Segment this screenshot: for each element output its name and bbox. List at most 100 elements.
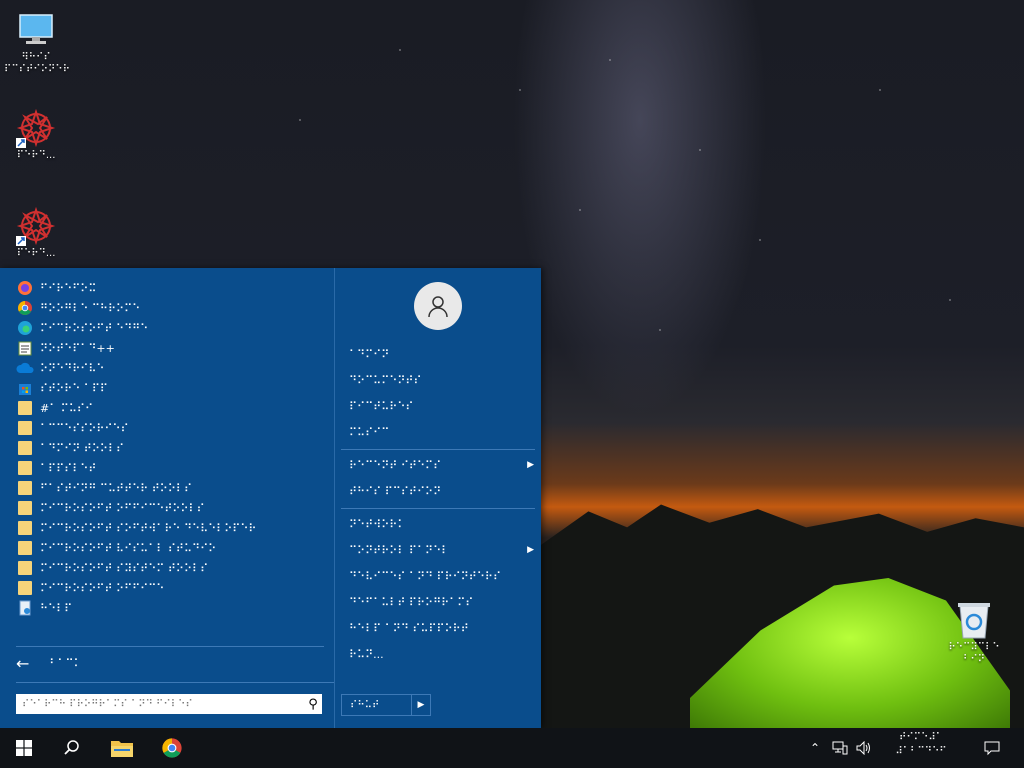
place-label: ⠝⠑⠞⠺⠕⠗⠅ — [349, 517, 406, 531]
clock[interactable]: ⠞⠊⠍⠑⠼⠁ ⠼⠁⠃⠉⠙⠑⠋ — [882, 731, 960, 759]
place-label: ⠗⠥⠝... — [349, 647, 384, 661]
place-label: ⠞⠓⠊⠎ ⠏⠉⠎⠞⠊⠕⠝ — [349, 484, 442, 498]
search-icon[interactable]: ⚲ — [304, 697, 322, 712]
desktop-icon-this-pc[interactable]: ⠻⠓⠊⠎ ⠏⠉⠎⠞⠊⠕⠝⠑⠗ — [4, 10, 70, 76]
place-item[interactable]: ⠙⠑⠧⠊⠉⠑⠎ ⠁⠝⠙ ⠏⠗⠊⠝⠞⠑⠗⠎ — [349, 567, 534, 585]
show-hidden-icons-chevron-icon[interactable]: ⌃ — [806, 728, 824, 768]
computer-icon — [16, 10, 56, 50]
start-app-item[interactable]: ⠛⠕⠕⠛⠇⠑ ⠉⠓⠗⠕⠍⠑ — [16, 298, 316, 318]
place-item[interactable]: ⠞⠓⠊⠎ ⠏⠉⠎⠞⠊⠕⠝ — [349, 482, 534, 500]
app-label: #⠁ ⠍⠥⠎⠊ — [40, 401, 93, 415]
start-button[interactable] — [0, 728, 48, 768]
desktop-icon-shortcut-1[interactable]: ⠏⠑⠗⠙... — [4, 108, 68, 162]
place-item-submenu[interactable]: ⠉⠕⠝⠞⠗⠕⠇ ⠏⠁⠝⠑⠇ ▶ — [349, 541, 534, 559]
start-folder-item[interactable]: #⠁ ⠍⠥⠎⠊ — [16, 398, 316, 418]
folder-icon — [16, 559, 34, 577]
place-item-submenu[interactable]: ⠗⠑⠉⠑⠝⠞ ⠊⠞⠑⠍⠎ ▶ — [349, 456, 534, 474]
place-label: ⠓⠑⠇⠏ ⠁⠝⠙ ⠎⠥⠏⠏⠕⠗⠞ — [349, 621, 469, 635]
chrome-taskbar-button[interactable] — [148, 728, 196, 768]
file-explorer-icon — [111, 741, 133, 757]
folder-icon — [16, 579, 34, 597]
shutdown-options-chevron-icon[interactable]: ▶ — [411, 695, 430, 715]
network-icon[interactable] — [828, 728, 852, 768]
folder-icon — [16, 419, 34, 437]
shutdown-button-group: ⠎⠓⠥⠞ ▶ — [341, 694, 431, 716]
app-label: ⠍⠊⠉⠗⠕⠎⠕⠋⠞ ⠎⠽⠎⠞⠑⠍ ⠞⠕⠕⠇⠎ — [40, 561, 209, 575]
clock-time: ⠞⠊⠍⠑⠼⠁ — [899, 732, 943, 743]
search-taskbar-button[interactable] — [48, 728, 96, 768]
app-label: ⠁⠙⠍⠊⠝ ⠞⠕⠕⠇⠎ — [40, 441, 125, 455]
place-item[interactable]: ⠓⠑⠇⠏ ⠁⠝⠙ ⠎⠥⠏⠏⠕⠗⠞ — [349, 619, 534, 637]
app-label: ⠕⠝⠑⠙⠗⠊⠧⠑ — [40, 361, 105, 375]
search-box[interactable]: ⚲ — [16, 694, 322, 714]
search-input[interactable] — [16, 695, 304, 713]
app-label: ⠛⠕⠕⠛⠇⠑ ⠉⠓⠗⠕⠍⠑ — [40, 301, 141, 315]
windows-logo-icon — [16, 740, 32, 756]
folder-icon — [16, 499, 34, 517]
place-label: ⠗⠑⠉⠑⠝⠞ ⠊⠞⠑⠍⠎ — [349, 458, 442, 472]
place-item[interactable]: ⠁⠙⠍⠊⠝ — [349, 345, 534, 363]
start-folder-item[interactable]: ⠍⠊⠉⠗⠕⠎⠕⠋⠞ ⠧⠊⠎⠥⠁⠇ ⠎⠞⠥⠙⠊⠕ — [16, 538, 316, 558]
place-item[interactable]: ⠍⠥⠎⠊⠉ — [349, 423, 534, 441]
edge-icon — [16, 319, 34, 337]
chevron-right-icon: ▶ — [527, 545, 534, 555]
start-app-item[interactable]: ⠎⠞⠕⠗⠑ ⠁⠏⠏ — [16, 378, 316, 398]
app-label: ⠎⠞⠕⠗⠑ ⠁⠏⠏ — [40, 381, 108, 395]
folder-icon — [16, 539, 34, 557]
start-folder-item[interactable]: ⠍⠊⠉⠗⠕⠎⠕⠋⠞ ⠎⠕⠋⠞⠺⠁⠗⠑ ⠙⠑⠧⠑⠇⠕⠏⠑⠗ — [16, 518, 316, 538]
chrome-icon — [16, 299, 34, 317]
help-icon — [16, 599, 34, 617]
app-shortcut-icon — [16, 206, 56, 246]
back-label: ⠃⠁⠉⠅ — [49, 657, 82, 670]
start-app-item[interactable]: ⠝⠕⠞⠑⠏⠁⠙++ — [16, 338, 316, 358]
place-label: ⠏⠊⠉⠞⠥⠗⠑⠎ — [349, 399, 414, 413]
folder-icon — [16, 439, 34, 457]
app-label: ⠝⠕⠞⠑⠏⠁⠙++ — [40, 341, 115, 355]
start-folder-item[interactable]: ⠋⠁⠎⠞⠊⠝⠛ ⠉⠥⠞⠞⠑⠗ ⠞⠕⠕⠇⠎ — [16, 478, 316, 498]
start-folder-item[interactable]: ⠍⠊⠉⠗⠕⠎⠕⠋⠞ ⠕⠋⠋⠊⠉⠑ — [16, 578, 316, 598]
place-item[interactable]: ⠝⠑⠞⠺⠕⠗⠅ — [349, 515, 534, 533]
desktop-icon-label: ⠗⠑⠉⠽⠉⠇⠑ ⠃⠊⠝ — [948, 642, 1000, 665]
folder-icon — [16, 459, 34, 477]
separator — [16, 682, 334, 683]
place-item[interactable]: ⠗⠥⠝... — [349, 645, 534, 663]
user-avatar[interactable] — [414, 282, 462, 330]
start-app-item[interactable]: ⠍⠊⠉⠗⠕⠎⠕⠋⠞ ⠑⠙⠛⠑ — [16, 318, 316, 338]
action-center-icon[interactable] — [978, 728, 1006, 768]
desktop-icon-shortcut-2[interactable]: ⠏⠑⠗⠙... — [4, 206, 68, 260]
app-label: ⠓⠑⠇⠏ — [40, 601, 73, 615]
app-label: ⠋⠊⠗⠑⠋⠕⠭ — [40, 281, 97, 295]
desktop-icon-recycle-bin[interactable]: ⠗⠑⠉⠽⠉⠇⠑ ⠃⠊⠝ — [942, 600, 1006, 666]
app-label: ⠍⠊⠉⠗⠕⠎⠕⠋⠞ ⠑⠙⠛⠑ — [40, 321, 149, 335]
shutdown-button[interactable]: ⠎⠓⠥⠞ — [342, 700, 411, 711]
notepad-icon — [16, 339, 34, 357]
start-app-item[interactable]: ⠓⠑⠇⠏ — [16, 598, 316, 618]
onedrive-icon — [16, 359, 34, 377]
start-folder-item[interactable]: ⠁⠏⠏⠎⠇⠑⠞ — [16, 458, 316, 478]
chevron-right-icon: ▶ — [527, 460, 534, 470]
separator — [16, 646, 324, 647]
place-item[interactable]: ⠙⠕⠉⠥⠍⠑⠝⠞⠎ — [349, 371, 534, 389]
desktop-icon-label: ⠏⠑⠗⠙... — [16, 150, 56, 161]
start-app-item[interactable]: ⠕⠝⠑⠙⠗⠊⠧⠑ — [16, 358, 316, 378]
app-label: ⠍⠊⠉⠗⠕⠎⠕⠋⠞ ⠎⠕⠋⠞⠺⠁⠗⠑ ⠙⠑⠧⠑⠇⠕⠏⠑⠗ — [40, 521, 257, 535]
firefox-icon — [16, 279, 34, 297]
file-explorer-taskbar-button[interactable] — [98, 728, 146, 768]
start-folder-item[interactable]: ⠁⠙⠍⠊⠝ ⠞⠕⠕⠇⠎ — [16, 438, 316, 458]
back-button[interactable]: ← ⠃⠁⠉⠅ — [16, 654, 82, 673]
desktop-icon-label: ⠻⠓⠊⠎ ⠏⠉⠎⠞⠊⠕⠝⠑⠗ — [4, 52, 70, 75]
start-app-item[interactable]: ⠋⠊⠗⠑⠋⠕⠭ — [16, 278, 316, 298]
place-label: ⠙⠑⠋⠁⠥⠇⠞ ⠏⠗⠕⠛⠗⠁⠍⠎ — [349, 595, 474, 609]
place-item[interactable]: ⠙⠑⠋⠁⠥⠇⠞ ⠏⠗⠕⠛⠗⠁⠍⠎ — [349, 593, 534, 611]
start-folder-item[interactable]: ⠍⠊⠉⠗⠕⠎⠕⠋⠞ ⠎⠽⠎⠞⠑⠍ ⠞⠕⠕⠇⠎ — [16, 558, 316, 578]
volume-icon[interactable] — [852, 728, 876, 768]
start-menu-places-pane: ⠁⠙⠍⠊⠝ ⠙⠕⠉⠥⠍⠑⠝⠞⠎ ⠏⠊⠉⠞⠥⠗⠑⠎ ⠍⠥⠎⠊⠉ ⠗⠑⠉⠑⠝⠞ ⠊⠞… — [334, 268, 542, 728]
start-folder-item[interactable]: ⠍⠊⠉⠗⠕⠎⠕⠋⠞ ⠕⠋⠋⠊⠉⠑⠞⠕⠕⠇⠎ — [16, 498, 316, 518]
start-folder-item[interactable]: ⠁⠉⠉⠑⠎⠎⠕⠗⠊⠑⠎ — [16, 418, 316, 438]
start-menu: ⠋⠊⠗⠑⠋⠕⠭ ⠛⠕⠕⠛⠇⠑ ⠉⠓⠗⠕⠍⠑ ⠍⠊⠉⠗⠕⠎⠕⠋⠞ ⠑⠙⠛⠑ ⠝⠕⠞… — [0, 268, 541, 728]
place-item[interactable]: ⠏⠊⠉⠞⠥⠗⠑⠎ — [349, 397, 534, 415]
app-label: ⠍⠊⠉⠗⠕⠎⠕⠋⠞ ⠕⠋⠋⠊⠉⠑ — [40, 581, 165, 595]
recycle-bin-icon — [954, 600, 994, 640]
clock-date: ⠼⠁⠃⠉⠙⠑⠋ — [895, 746, 947, 757]
folder-icon — [16, 519, 34, 537]
